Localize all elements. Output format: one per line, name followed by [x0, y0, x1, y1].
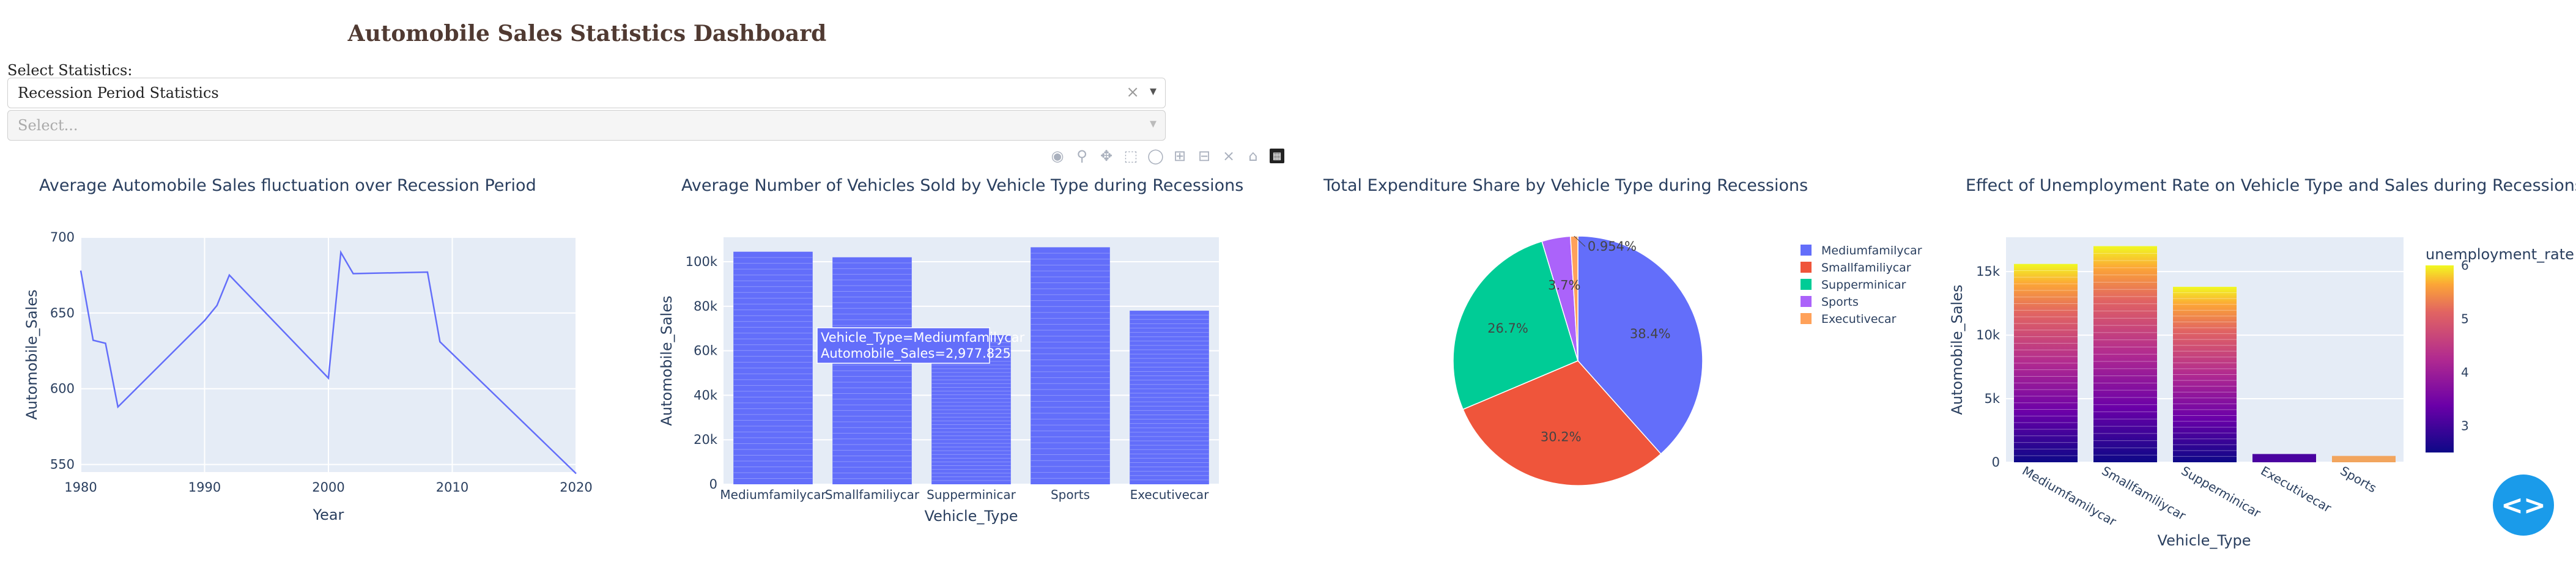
code-icon[interactable]: <>	[2493, 475, 2554, 536]
chart3-legend-swatch[interactable]	[1801, 245, 1812, 256]
chart3-slice-label: 26.7%	[1487, 321, 1528, 336]
chart4-x-tick-label: Sports	[2338, 463, 2380, 496]
chart3-legend-label[interactable]: Sports	[1821, 295, 1859, 309]
chart1-x-axis-label: Year	[313, 506, 344, 523]
charts-canvas: Average Automobile Sales fluctuation ove…	[23, 176, 2576, 549]
bar-chart-vehicle-type: Average Number of Vehicles Sold by Vehic…	[658, 176, 1243, 525]
chart1-y-tick-label: 700	[50, 230, 75, 245]
chart4-y-tick-label: 0	[1992, 455, 2000, 470]
chart2-x-tick-label: Smallfamiliycar	[825, 487, 920, 502]
chart3-title: Total Expenditure Share by Vehicle Type …	[1323, 176, 1808, 195]
chart2-y-tick-label: 0	[709, 477, 717, 492]
chart3-legend-swatch[interactable]	[1801, 313, 1812, 324]
colorbar	[2426, 265, 2454, 452]
chart3-legend-label[interactable]: Smallfamiliycar	[1821, 261, 1911, 275]
chart1-y-tick-label: 550	[50, 457, 75, 472]
bar-chart-unemployment: Effect of Unemployment Rate on Vehicle T…	[1949, 176, 2576, 549]
chart4-bar[interactable]	[2252, 454, 2316, 462]
colorbar-tick-label: 6	[2461, 258, 2469, 273]
chart2-y-tick-label: 20k	[694, 432, 718, 447]
chart1-x-tick-label: 2020	[560, 480, 592, 495]
chart3-legend-label[interactable]: Executivecar	[1821, 312, 1897, 326]
chart2-x-tick-label: Executivecar	[1130, 487, 1210, 502]
chart3-legend-label[interactable]: Supperminicar	[1821, 278, 1906, 292]
line-chart: Average Automobile Sales fluctuation ove…	[23, 176, 593, 523]
chart4-title: Effect of Unemployment Rate on Vehicle T…	[1966, 176, 2576, 195]
chart4-x-tick-label: Executivecar	[2259, 463, 2334, 516]
chart3-slice-label: 30.2%	[1541, 429, 1582, 444]
chart3-legend-label[interactable]: Mediumfamilycar	[1821, 244, 1922, 257]
chart1-x-tick-label: 2000	[312, 480, 344, 495]
chart1-y-tick-label: 650	[50, 306, 75, 320]
chart2-y-tick-label: 100k	[686, 254, 718, 269]
chart2-y-tick-label: 80k	[694, 299, 718, 314]
chart4-bar[interactable]	[2332, 456, 2396, 462]
chart1-x-tick-label: 1990	[188, 480, 221, 495]
chart1-x-tick-label: 1980	[64, 480, 97, 495]
chart2-y-tick-label: 40k	[694, 388, 718, 402]
chart3-slice-label: 0.954%	[1588, 239, 1637, 254]
chart2-x-tick-label: Mediumfamilycar	[720, 487, 826, 502]
colorbar-tick-label: 3	[2461, 418, 2469, 433]
chart4-x-tick-label: Supperminicar	[2179, 463, 2264, 521]
chart1-title: Average Automobile Sales fluctuation ove…	[39, 176, 536, 195]
chart3-legend-swatch[interactable]	[1801, 296, 1812, 307]
chart2-y-tick-label: 60k	[694, 344, 718, 358]
chart1-y-tick-label: 600	[50, 382, 75, 396]
chart2-title: Average Number of Vehicles Sold by Vehic…	[681, 176, 1243, 195]
chart1-y-axis-label: Automobile_Sales	[23, 290, 40, 420]
chart2-y-axis-label: Automobile_Sales	[658, 296, 675, 426]
tooltip-line1: Vehicle_Type=Mediumfamilycar	[821, 330, 1025, 345]
colorbar-tick-label: 5	[2461, 311, 2469, 326]
chart4-x-axis-label: Vehicle_Type	[2158, 532, 2251, 549]
chart2-x-axis-label: Vehicle_Type	[925, 508, 1018, 525]
chart2-x-tick-label: Supperminicar	[927, 487, 1016, 502]
chart3-legend-swatch[interactable]	[1801, 279, 1812, 290]
colorbar-tick-label: 4	[2461, 365, 2469, 380]
chart4-y-axis-label: Automobile_Sales	[1949, 285, 1966, 415]
chart2-x-tick-label: Sports	[1051, 487, 1090, 502]
chart3-slice-label: 38.4%	[1630, 327, 1671, 341]
chart4-y-tick-label: 5k	[1984, 391, 2000, 406]
colorbar-title: unemployment_rate	[2426, 246, 2574, 263]
chart4-y-tick-label: 10k	[1976, 328, 2000, 342]
chart3-legend-swatch[interactable]	[1801, 262, 1812, 273]
chart1-x-tick-label: 2010	[436, 480, 468, 495]
tooltip-line2: Automobile_Sales=2,977.825	[821, 346, 1011, 361]
chart3-slice-label: 3.7%	[1548, 278, 1580, 292]
pie-chart-expenditure: Total Expenditure Share by Vehicle Type …	[1323, 176, 1922, 486]
chart4-y-tick-label: 15k	[1976, 264, 2000, 279]
